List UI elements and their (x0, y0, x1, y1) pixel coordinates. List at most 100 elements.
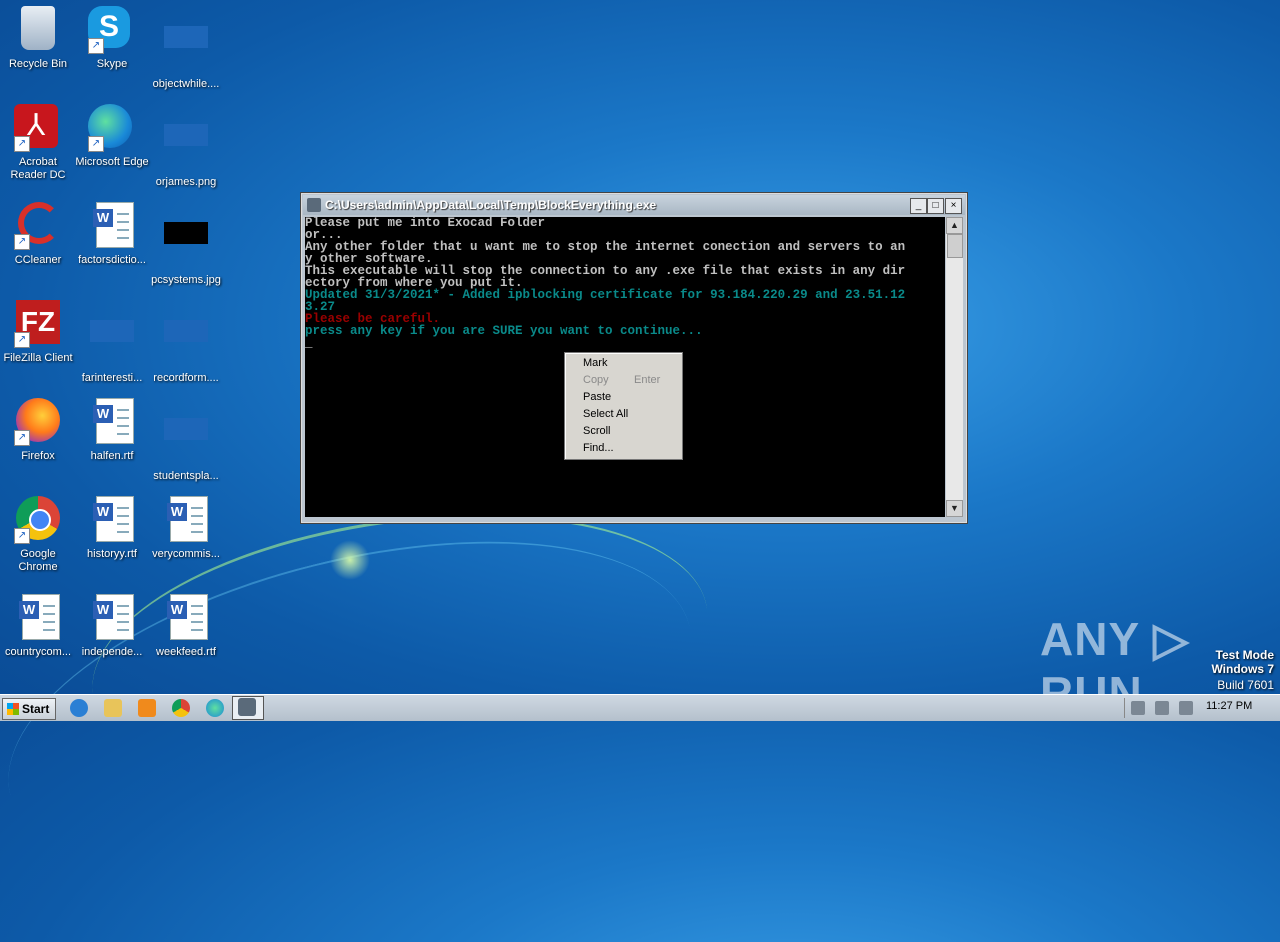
desktop-icon-skype[interactable]: S ↗ Skype (74, 6, 150, 71)
desktop-icon-label: objectwhile.... (152, 78, 220, 90)
desktop-icon-edge[interactable]: ↗ Microsoft Edge (74, 104, 150, 169)
desktop-icon-label: farinteresti... (81, 372, 143, 384)
menu-item-copy[interactable]: Copy (583, 374, 609, 386)
network-icon[interactable] (1155, 701, 1169, 715)
scroll-down-arrow-icon[interactable]: ▼ (946, 500, 963, 517)
scroll-up-arrow-icon[interactable]: ▲ (946, 217, 963, 234)
desktop-icon-label: orjames.png (155, 176, 217, 188)
shortcut-arrow-icon: ↗ (14, 430, 30, 446)
skype-icon: S ↗ (88, 6, 136, 54)
chrome-taskbar-icon[interactable] (172, 699, 190, 717)
desktop-icon-label: historyy.rtf (87, 548, 137, 560)
wallpaper-glow (330, 540, 370, 580)
desktop-icon-studentspla[interactable]: studentspla... (148, 398, 224, 483)
media-player-icon[interactable] (138, 699, 156, 717)
desktop-icon-countrycom[interactable]: W countrycom... (0, 594, 76, 659)
word-document-icon: W (88, 594, 136, 642)
file-icon (162, 26, 210, 74)
menu-item-select-all[interactable]: Select All (583, 408, 628, 420)
menu-item-paste[interactable]: Paste (583, 391, 611, 403)
desktop-icon-filezilla[interactable]: FZ ↗ FileZilla Client (0, 300, 76, 365)
desktop-icon-label: Skype (96, 58, 128, 70)
console-taskbar-icon (238, 698, 256, 716)
desktop-icon-recycle-bin[interactable]: Recycle Bin (0, 6, 76, 71)
desktop-icon-label: halfen.rtf (90, 450, 134, 462)
desktop-icon-objectwhile[interactable]: objectwhile.... (148, 6, 224, 91)
file-explorer-icon[interactable] (104, 699, 122, 717)
console-line: _ (305, 336, 313, 350)
test-mode-label: Test Mode (1215, 648, 1274, 662)
scroll-thumb[interactable] (947, 234, 963, 258)
firefox-icon: ↗ (14, 398, 62, 446)
desktop-icon-recordform[interactable]: recordform.... (148, 300, 224, 385)
menu-item-find[interactable]: Find... (583, 442, 614, 454)
desktop-icon-label: Recycle Bin (8, 58, 68, 70)
word-document-icon: W (14, 594, 62, 642)
console-taskbar-button[interactable] (232, 696, 264, 720)
desktop-icon-weekfeed[interactable]: W weekfeed.rtf (148, 594, 224, 659)
desktop-icon-label: recordform.... (153, 372, 219, 384)
file-icon (162, 418, 210, 466)
minimize-button[interactable]: _ (910, 198, 927, 214)
image-file-icon (162, 124, 210, 172)
menu-item-scroll[interactable]: Scroll (583, 425, 611, 437)
desktop-icon-factorsdictio[interactable]: W factorsdictio... (74, 202, 150, 267)
desktop-icon-farinteresti[interactable]: farinteresti... (74, 300, 150, 385)
filezilla-icon: FZ ↗ (14, 300, 62, 348)
console-app-icon[interactable] (307, 198, 321, 212)
close-button[interactable]: × (945, 198, 962, 214)
file-icon (88, 320, 136, 368)
menu-item-mark[interactable]: Mark (583, 357, 607, 369)
image-file-icon (162, 222, 210, 270)
desktop-icon-ccleaner[interactable]: ↗ CCleaner (0, 202, 76, 267)
desktop-icon-label: factorsdictio... (78, 254, 146, 266)
word-document-icon: W (88, 202, 136, 250)
file-icon (162, 320, 210, 368)
ccleaner-icon: ↗ (14, 202, 62, 250)
start-button[interactable]: Start (2, 698, 56, 720)
edge-icon: ↗ (88, 104, 136, 152)
desktop-icon-label: Acrobat Reader DC (10, 156, 66, 181)
chrome-icon: ↗ (14, 496, 62, 544)
system-tray (1124, 698, 1277, 718)
desktop-icon-label: weekfeed.rtf (156, 646, 216, 658)
word-document-icon: W (162, 496, 210, 544)
action-center-flag-icon[interactable] (1179, 701, 1193, 715)
build-label: Build 7601 (1217, 678, 1274, 692)
desktop-icon-label: Microsoft Edge (75, 156, 149, 168)
desktop-icon-orjames[interactable]: orjames.png (148, 104, 224, 189)
menu-item-copy-shortcut: Enter (634, 374, 661, 386)
console-line: press any key if you are SURE you want t… (305, 324, 703, 338)
acrobat-icon: ⅄ ↗ (14, 104, 62, 152)
desktop-icon-historyy[interactable]: W historyy.rtf (74, 496, 150, 561)
clock[interactable]: 11:27 PM (1206, 700, 1252, 712)
word-document-icon: W (88, 496, 136, 544)
windows-version-label: Windows 7 (1211, 662, 1274, 676)
desktop-icon-firefox[interactable]: ↗ Firefox (0, 398, 76, 463)
desktop-icon-halfen[interactable]: W halfen.rtf (74, 398, 150, 463)
console-title: C:\Users\admin\AppData\Local\Temp\BlockE… (325, 198, 657, 212)
shortcut-arrow-icon: ↗ (14, 234, 30, 250)
edge-taskbar-icon[interactable] (206, 699, 224, 717)
desktop-icon-label: countrycom... (4, 646, 72, 658)
desktop-icon-label: Firefox (21, 450, 55, 462)
vertical-scrollbar[interactable]: ▲ ▼ (946, 217, 963, 517)
desktop-icon-verycommis[interactable]: W verycommis... (148, 496, 224, 561)
desktop-icon-acrobat[interactable]: ⅄ ↗ Acrobat Reader DC (0, 104, 76, 182)
shortcut-arrow-icon: ↗ (14, 332, 30, 348)
desktop-icon-label: FileZilla Client (3, 352, 73, 364)
desktop-icon-chrome[interactable]: ↗ Google Chrome (0, 496, 76, 574)
shortcut-arrow-icon: ↗ (88, 136, 104, 152)
desktop-icon-pcsystems[interactable]: pcsystems.jpg (148, 202, 224, 287)
word-document-icon: W (88, 398, 136, 446)
internet-explorer-icon[interactable] (70, 699, 88, 717)
shortcut-arrow-icon: ↗ (14, 528, 30, 544)
console-titlebar[interactable]: C:\Users\admin\AppData\Local\Temp\BlockE… (303, 195, 965, 215)
desktop-icon-label: independe... (81, 646, 143, 658)
context-menu: Mark Copy Enter Paste Select All Scroll … (564, 352, 683, 460)
volume-icon[interactable] (1131, 701, 1145, 715)
maximize-button[interactable]: □ (927, 198, 944, 214)
desktop-icon-independe[interactable]: W independe... (74, 594, 150, 659)
desktop-icon-label: Google Chrome (18, 548, 58, 573)
recycle-bin-icon (14, 6, 62, 54)
